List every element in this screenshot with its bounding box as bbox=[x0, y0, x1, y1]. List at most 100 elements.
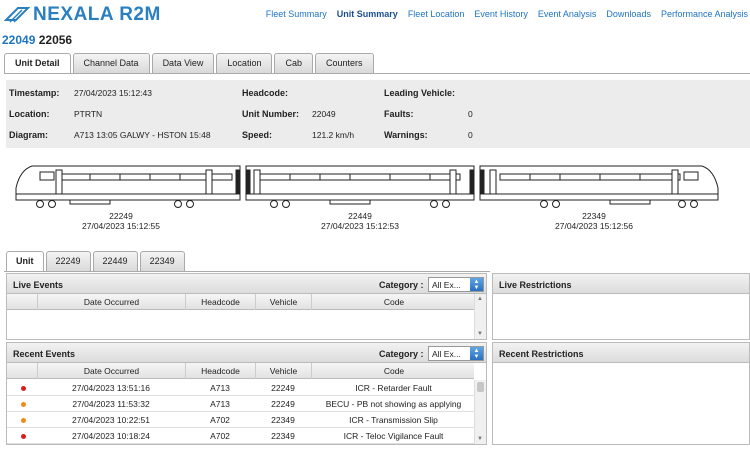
table-row[interactable]: 27/04/2023 10:18:24 A702 22349 ICR - Tel… bbox=[7, 428, 474, 444]
scroll-up-icon[interactable]: ▲ bbox=[477, 296, 483, 302]
live-events-scrollbar[interactable]: ▲ ▼ bbox=[474, 294, 486, 339]
severity-dot-icon bbox=[21, 434, 26, 439]
unit-title: 22049 22056 bbox=[2, 33, 72, 47]
subtab-unit[interactable]: Unit bbox=[6, 251, 44, 272]
main-nav: Fleet Summary Unit Summary Fleet Locatio… bbox=[266, 9, 748, 19]
diagram-value: A713 13:05 GALWY - HSTON 15:48 bbox=[74, 130, 211, 140]
cell-headcode: A702 bbox=[210, 431, 230, 441]
recent-restrictions-title: Recent Restrictions bbox=[499, 349, 584, 359]
vehicle-label-3[interactable]: 22349 27/04/2023 15:12:56 bbox=[539, 211, 649, 231]
table-row[interactable]: 27/04/2023 11:53:32 A713 22249 BECU - PB… bbox=[7, 396, 474, 412]
live-category-select[interactable]: All Ex... ▲ ▼ bbox=[428, 277, 484, 292]
col-headcode[interactable]: Headcode bbox=[185, 294, 255, 310]
recent-category-label: Category : bbox=[379, 349, 424, 359]
unit-number-label: Unit Number: bbox=[242, 109, 299, 119]
logo-icon bbox=[4, 7, 30, 23]
unit-primary-id[interactable]: 22049 bbox=[2, 33, 35, 47]
tabs-divider bbox=[4, 73, 750, 74]
top-bar: NEXALA R2M Fleet Summary Unit Summary Fl… bbox=[0, 0, 750, 30]
cell-headcode: A713 bbox=[210, 383, 230, 393]
col-date-occurred[interactable]: Date Occurred bbox=[37, 294, 185, 310]
tab-channel-data[interactable]: Channel Data bbox=[72, 53, 150, 73]
vehicle-time: 27/04/2023 15:12:56 bbox=[555, 221, 633, 231]
location-value: PTRTN bbox=[74, 109, 103, 119]
chevron-updown-icon[interactable]: ▲ ▼ bbox=[470, 278, 483, 291]
tab-location[interactable]: Location bbox=[216, 53, 273, 73]
col-date-occurred[interactable]: Date Occurred bbox=[37, 363, 185, 379]
subtab-22349[interactable]: 22349 bbox=[139, 251, 185, 271]
live-restrictions-header: Live Restrictions bbox=[493, 274, 749, 294]
speed-label: Speed: bbox=[242, 130, 273, 140]
recent-events-title: Recent Events bbox=[13, 349, 76, 359]
vehicle-time: 27/04/2023 15:12:55 bbox=[82, 221, 160, 231]
vehicle-id: 22449 bbox=[348, 211, 372, 221]
timestamp-value: 27/04/2023 15:12:43 bbox=[74, 88, 152, 98]
table-row[interactable]: 27/04/2023 10:22:51 A702 22349 ICR - Tra… bbox=[7, 412, 474, 428]
unit-tabs: Unit Detail Channel Data Data View Locat… bbox=[4, 53, 374, 74]
col-vehicle[interactable]: Vehicle bbox=[255, 294, 311, 310]
recent-events-scrollbar[interactable]: ▼ bbox=[474, 380, 486, 444]
cell-code: ICR - Retarder Fault bbox=[355, 383, 432, 393]
nav-performance-analysis[interactable]: Performance Analysis bbox=[661, 9, 748, 19]
scroll-thumb[interactable] bbox=[477, 382, 484, 392]
nav-fleet-summary[interactable]: Fleet Summary bbox=[266, 9, 327, 19]
vehicle-tabs: Unit 22249 22449 22349 bbox=[6, 251, 185, 272]
vehicle-id: 22249 bbox=[109, 211, 133, 221]
train-car-2[interactable] bbox=[245, 165, 475, 208]
app-logo[interactable]: NEXALA R2M bbox=[4, 4, 161, 26]
col-vehicle[interactable]: Vehicle bbox=[255, 363, 311, 379]
vehicle-label-1[interactable]: 22249 27/04/2023 15:12:55 bbox=[66, 211, 176, 231]
recent-category-value: All Ex... bbox=[432, 349, 461, 359]
cell-vehicle: 22249 bbox=[271, 383, 295, 393]
diagram-label: Diagram: bbox=[9, 130, 49, 140]
faults-label: Faults: bbox=[384, 109, 414, 119]
train-car-3[interactable] bbox=[479, 165, 719, 208]
headcode-label: Headcode: bbox=[242, 88, 289, 98]
live-category-label: Category : bbox=[379, 280, 424, 290]
warnings-value: 0 bbox=[468, 130, 473, 140]
vehicle-id: 22349 bbox=[582, 211, 606, 221]
recent-restrictions-header: Recent Restrictions bbox=[493, 343, 749, 363]
unit-secondary-id[interactable]: 22056 bbox=[39, 33, 72, 47]
train-car-1[interactable] bbox=[15, 165, 241, 208]
nav-fleet-location[interactable]: Fleet Location bbox=[408, 9, 465, 19]
col-headcode[interactable]: Headcode bbox=[185, 363, 255, 379]
cell-code: BECU - PB not showing as applying bbox=[325, 399, 462, 409]
scroll-down-icon[interactable]: ▼ bbox=[477, 436, 483, 442]
tab-cab[interactable]: Cab bbox=[274, 53, 313, 73]
col-code[interactable]: Code bbox=[311, 363, 476, 379]
unit-number-value: 22049 bbox=[312, 109, 336, 119]
live-events-panel: Live Events Category : All Ex... ▲ ▼ Date… bbox=[6, 273, 487, 340]
nav-unit-summary[interactable]: Unit Summary bbox=[337, 9, 398, 19]
live-events-grid-header: Date Occurred Headcode Vehicle Code bbox=[7, 294, 474, 310]
subtabs-divider bbox=[4, 271, 490, 272]
recent-events-grid-header: Date Occurred Headcode Vehicle Code bbox=[7, 363, 474, 379]
live-events-title: Live Events bbox=[13, 280, 64, 290]
nav-event-analysis[interactable]: Event Analysis bbox=[538, 9, 597, 19]
scroll-down-icon[interactable]: ▼ bbox=[477, 331, 483, 337]
cell-date: 27/04/2023 11:53:32 bbox=[72, 399, 150, 409]
logo-text: NEXALA R2M bbox=[33, 4, 161, 25]
table-row[interactable]: 27/04/2023 13:51:16 A713 22249 ICR - Ret… bbox=[7, 380, 474, 396]
live-category-value: All Ex... bbox=[432, 280, 461, 290]
nav-event-history[interactable]: Event History bbox=[474, 9, 528, 19]
cell-vehicle: 22349 bbox=[271, 415, 295, 425]
chevron-updown-icon[interactable]: ▲ ▼ bbox=[470, 347, 483, 360]
subtab-22449[interactable]: 22449 bbox=[92, 251, 138, 271]
col-code[interactable]: Code bbox=[311, 294, 476, 310]
severity-dot-icon bbox=[21, 386, 26, 391]
tab-unit-detail[interactable]: Unit Detail bbox=[4, 53, 71, 74]
vehicle-label-2[interactable]: 22449 27/04/2023 15:12:53 bbox=[305, 211, 415, 231]
leading-vehicle-label: Leading Vehicle: bbox=[384, 88, 456, 98]
live-events-header: Live Events Category : All Ex... ▲ ▼ bbox=[7, 274, 486, 294]
recent-category-select[interactable]: All Ex... ▲ ▼ bbox=[428, 346, 484, 361]
cell-code: ICR - Transmission Slip bbox=[349, 415, 438, 425]
live-restrictions-title: Live Restrictions bbox=[499, 280, 572, 290]
recent-events-header: Recent Events Category : All Ex... ▲ ▼ bbox=[7, 343, 486, 363]
nav-downloads[interactable]: Downloads bbox=[606, 9, 651, 19]
cell-vehicle: 22249 bbox=[271, 399, 295, 409]
tab-counters[interactable]: Counters bbox=[314, 53, 374, 73]
faults-value: 0 bbox=[468, 109, 473, 119]
subtab-22249[interactable]: 22249 bbox=[45, 251, 91, 271]
tab-data-view[interactable]: Data View bbox=[151, 53, 215, 73]
